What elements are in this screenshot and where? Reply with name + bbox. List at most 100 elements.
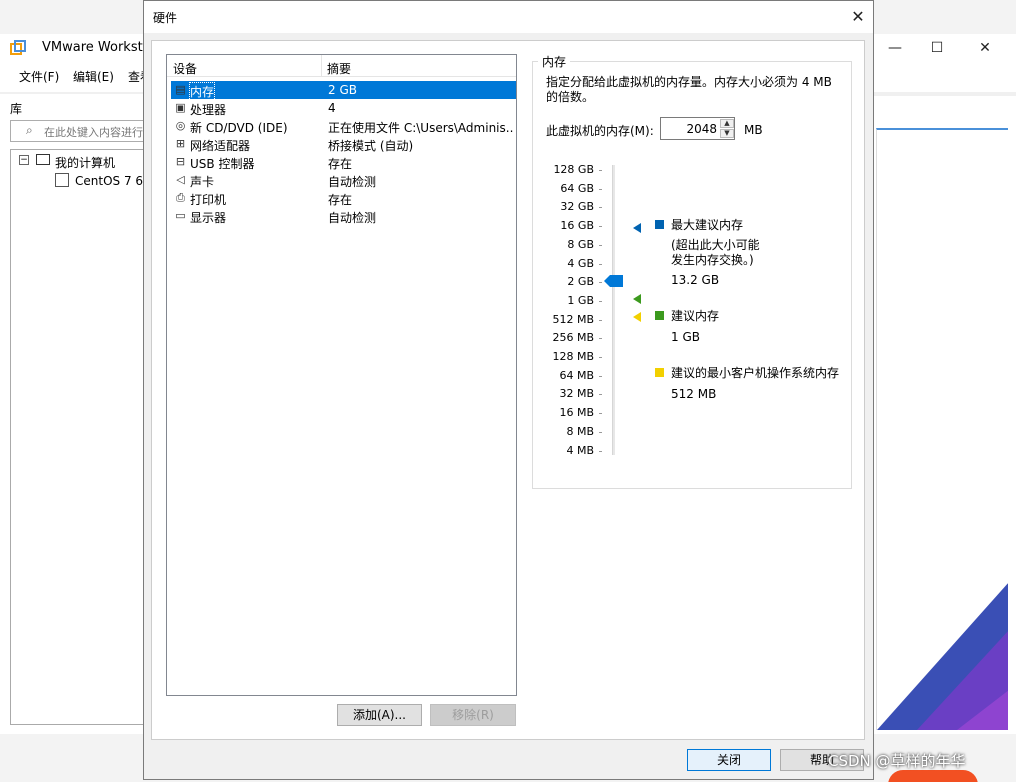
memory-scale-tick [599, 188, 602, 190]
usb-controller-icon: ⊟ [175, 155, 186, 168]
device-name: 处理器 [190, 103, 227, 117]
memory-scale-label: 16 GB [560, 219, 594, 233]
memory-scale-label: 4 MB [566, 443, 594, 457]
library-tree [10, 149, 146, 725]
memory-scale-label: 16 MB [559, 406, 594, 420]
hardware-dialog: 硬件 ✕ 设备 摘要 ▤ 内存 2 GB ▣ 处理器 4 ◎ 新 CD/DVD (IDE) 正在… [143, 0, 874, 780]
device-list: 设备 摘要 ▤ 内存 2 GB ▣ 处理器 4 ◎ 新 CD/DVD (IDE) 正在使用文件 … [166, 54, 517, 696]
vmware-window-title: VMware Worksta [42, 40, 151, 55]
memory-spinner: ▲ ▼ [720, 119, 734, 138]
tree-node-my-computer[interactable]: 我的计算机 [55, 154, 115, 171]
dialog-titlebar [144, 1, 873, 33]
device-name: 显示器 [190, 211, 227, 225]
device-name: 新 CD/DVD (IDE) [190, 121, 288, 135]
device-summary: 自动检测 [328, 211, 377, 225]
device-summary: 4 [328, 101, 336, 115]
min-legend-title: 建议的最小客户机操作系统内存 [671, 366, 840, 380]
memory-scale-label: 512 MB [552, 312, 594, 326]
device-summary: 存在 [328, 157, 353, 171]
memory-scale-tick [599, 207, 602, 209]
memory-field-label: 此虚拟机的内存(M): [546, 124, 654, 138]
memory-scale-tick [599, 170, 602, 171]
memory-scale-label: 64 MB [559, 368, 594, 382]
max-legend-note: (超出此大小可能 发生内存交换。) [671, 238, 760, 267]
sound-card-icon: ◁ [176, 173, 185, 186]
memory-scale-tick [599, 375, 602, 377]
memory-scale-tick [599, 357, 602, 358]
dialog-title: 硬件 [153, 11, 178, 25]
spin-up-icon[interactable]: ▲ [720, 119, 734, 128]
memory-scale-label: 8 GB [567, 237, 594, 251]
memory-scale-tick [599, 338, 602, 340]
remove-button[interactable]: 移除(R) [430, 704, 516, 726]
memory-scale-label: 128 MB [552, 350, 594, 363]
memory-scale-tick [599, 263, 602, 265]
device-row[interactable]: ▤ 内存 2 GB [171, 81, 516, 101]
menu-edit[interactable]: 编辑(E) [73, 68, 114, 85]
device-summary: 存在 [328, 193, 353, 207]
memory-scale-label: 64 GB [560, 181, 594, 195]
collapse-icon[interactable]: − [19, 155, 29, 165]
orange-badge [888, 770, 978, 782]
memory-scale-tick [599, 431, 602, 433]
maximize-icon[interactable]: ☐ [914, 36, 960, 60]
memory-icon: ▤ [175, 83, 186, 96]
memory-scale-label: 256 MB [552, 331, 594, 345]
memory-unit: MB [744, 123, 763, 137]
home-tab-panel [876, 128, 1008, 730]
device-name: 打印机 [190, 193, 227, 207]
close-button[interactable]: 关闭 [687, 749, 771, 771]
dialog-close-icon[interactable]: ✕ [848, 7, 868, 27]
memory-size-input[interactable]: 2048 ▲ ▼ [660, 117, 735, 140]
memory-scale-label: 32 GB [560, 200, 594, 214]
cd-dvd-icon: ◎ [175, 119, 186, 132]
device-row[interactable]: ⎙ 打印机 存在 [171, 189, 516, 207]
tree-node-centos[interactable]: CentOS 7 64 [75, 174, 151, 188]
device-summary: 自动检测 [328, 175, 377, 189]
memory-scale-label: 32 MB [559, 387, 594, 401]
library-search-placeholder: 在此处键入内容进行 [44, 126, 143, 139]
device-row[interactable]: ◁ 声卡 自动检测 [171, 171, 516, 189]
minimize-icon[interactable]: — [872, 36, 918, 60]
memory-size-value[interactable]: 2048 [661, 122, 717, 136]
device-row[interactable]: ▭ 显示器 自动检测 [171, 207, 516, 225]
memory-description: 指定分配给此虚拟机的内存量。内存大小必须为 4 MB 的倍数。 [546, 75, 832, 104]
min-recommended-marker [633, 312, 641, 322]
memory-scale-label: 4 GB [567, 256, 594, 270]
memory-scale-tick [599, 413, 602, 415]
column-header-device[interactable]: 设备 [173, 60, 197, 77]
device-summary: 2 GB [328, 83, 357, 97]
device-row[interactable]: ⊟ USB 控制器 存在 [171, 153, 516, 171]
search-icon: ⌕ [26, 123, 33, 137]
vm-icon [55, 173, 69, 187]
recommended-legend-value: 1 GB [671, 330, 700, 344]
recommended-marker [633, 294, 641, 304]
memory-scale-tick [599, 226, 602, 228]
min-legend-swatch [655, 368, 664, 377]
memory-scale-label: 1 GB [567, 293, 594, 307]
device-summary: 桥接模式 (自动) [328, 139, 414, 153]
column-header-summary[interactable]: 摘要 [327, 60, 351, 77]
device-list-header: 设备 摘要 [167, 55, 516, 77]
max-recommended-marker [633, 223, 641, 233]
device-row[interactable]: ▣ 处理器 4 [171, 99, 516, 117]
memory-slider-track[interactable] [612, 165, 615, 455]
computer-icon [36, 154, 50, 165]
spin-down-icon[interactable]: ▼ [720, 129, 734, 138]
max-legend-value: 13.2 GB [671, 273, 720, 287]
memory-scale-tick [599, 244, 602, 246]
menu-file[interactable]: 文件(F) [19, 68, 59, 85]
min-legend-value: 512 MB [671, 387, 717, 401]
memory-scale-tick [599, 450, 602, 452]
column-separator[interactable] [321, 55, 322, 77]
vmware-logo-icon [10, 40, 26, 55]
memory-scale-tick [599, 319, 602, 321]
memory-scale-label: 128 GB [553, 163, 594, 176]
memory-slider-thumb[interactable] [604, 275, 623, 287]
device-row[interactable]: ◎ 新 CD/DVD (IDE) 正在使用文件 C:\Users\Adminis..… [171, 117, 516, 135]
device-row[interactable]: ⊞ 网络适配器 桥接模式 (自动) [171, 135, 516, 153]
memory-scale-tick [599, 300, 602, 302]
add-button[interactable]: 添加(A)... [337, 704, 422, 726]
memory-scale-label: 8 MB [566, 424, 594, 438]
close-icon[interactable]: ✕ [962, 36, 1008, 60]
